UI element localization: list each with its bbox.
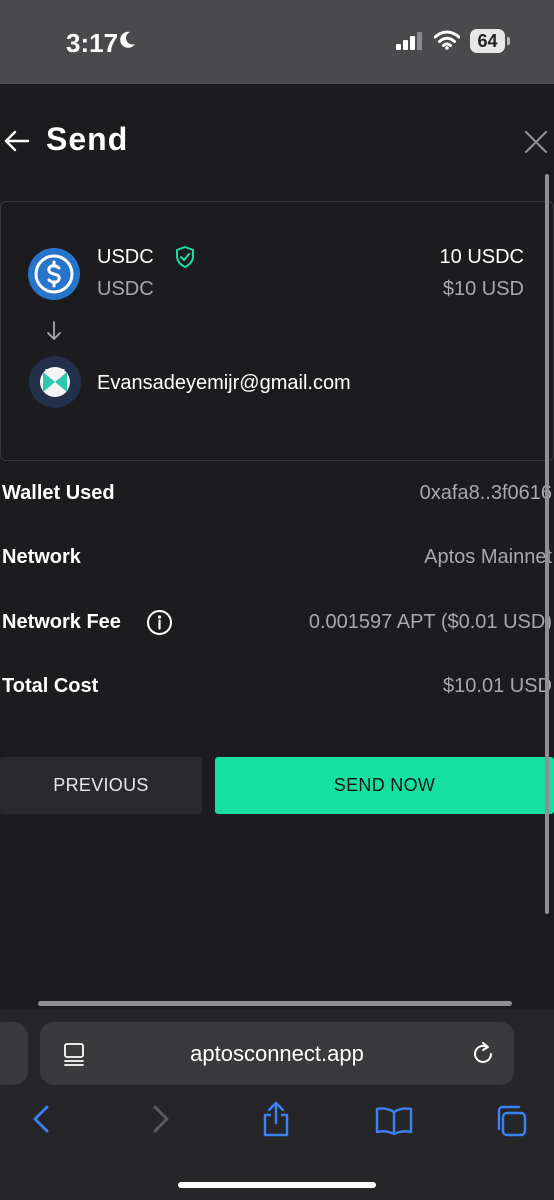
status-time: 3:17 (66, 28, 119, 58)
recipient-avatar (29, 356, 81, 408)
network-row: Network Aptos Mainnet (0, 546, 554, 576)
vertical-scrollbar[interactable] (545, 174, 549, 914)
bookmarks-icon[interactable] (375, 1106, 413, 1136)
network-label: Network (2, 546, 81, 568)
reload-icon[interactable] (470, 1041, 496, 1067)
horizontal-scrollbar[interactable] (38, 1001, 512, 1006)
cellular-signal-icon (396, 32, 422, 50)
info-icon[interactable] (146, 609, 173, 636)
wallet-used-label: Wallet Used (2, 482, 115, 504)
close-icon[interactable] (524, 130, 548, 154)
total-cost-row: Total Cost $10.01 USD (0, 675, 554, 705)
token-symbol: USDC (97, 278, 154, 300)
previous-tab-stub[interactable] (0, 1022, 28, 1085)
arrow-down-icon (47, 321, 61, 340)
send-now-button[interactable]: SEND NOW (215, 757, 554, 814)
browser-toolbar: aptosconnect.app (0, 1010, 554, 1200)
previous-button[interactable]: PREVIOUS (0, 757, 202, 814)
status-bar: 3:17 64 (0, 0, 554, 84)
tabs-icon[interactable] (494, 1104, 528, 1138)
network-fee-row: Network Fee 0.001597 APT ($0.01 USD) (0, 609, 554, 641)
aptos-connect-logo-icon (30, 357, 80, 407)
token-name: USDC (97, 246, 154, 268)
network-fee-label: Network Fee (2, 611, 121, 633)
usdc-logo-icon (34, 254, 74, 294)
total-cost-label: Total Cost (2, 675, 99, 697)
moon-icon (120, 31, 135, 48)
total-cost-value: $10.01 USD (443, 675, 552, 697)
wifi-icon (434, 30, 460, 50)
battery-level: 64 (470, 29, 505, 53)
send-amount: 10 USDC (439, 246, 524, 268)
send-screen: Send USDC USDC 10 USDC $10 USD Evansadey… (0, 84, 554, 1010)
back-chevron-icon[interactable] (30, 1104, 52, 1134)
network-fee-value: 0.001597 APT ($0.01 USD) (308, 611, 552, 633)
battery-cap (507, 37, 510, 45)
address-bar[interactable]: aptosconnect.app (40, 1022, 514, 1085)
forward-chevron-icon[interactable] (150, 1104, 172, 1134)
url-text: aptosconnect.app (190, 1041, 364, 1066)
battery-indicator: 64 (470, 29, 510, 53)
recipient-email: Evansadeyemijr@gmail.com (97, 372, 351, 394)
transfer-summary-card: USDC USDC 10 USDC $10 USD Evansadeyemijr… (0, 201, 554, 461)
verified-shield-icon (176, 246, 194, 268)
usdc-token-icon (28, 248, 80, 300)
page-title: Send (46, 121, 129, 157)
send-amount-usd: $10 USD (442, 278, 524, 300)
home-indicator[interactable] (178, 1182, 376, 1188)
back-arrow-icon[interactable] (4, 130, 30, 152)
wallet-used-row: Wallet Used 0xafa8..3f0616 (0, 482, 554, 512)
wallet-used-value: 0xafa8..3f0616 (419, 482, 552, 504)
network-value: Aptos Mainnet (424, 546, 552, 568)
share-icon[interactable] (261, 1100, 291, 1138)
